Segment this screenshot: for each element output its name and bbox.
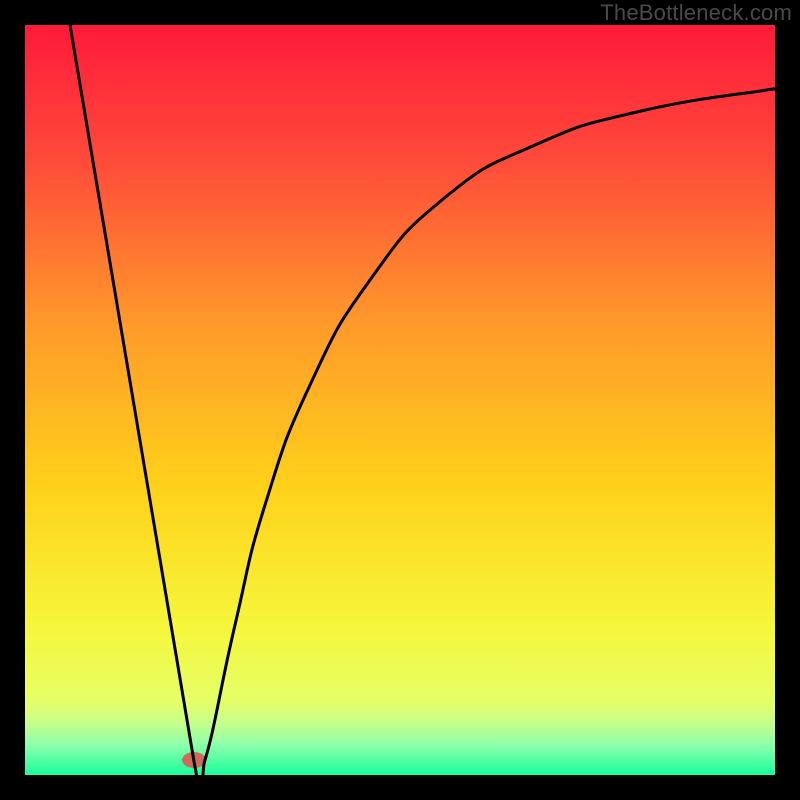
chart-frame: TheBottleneck.com	[0, 0, 800, 800]
bottleneck-curve	[25, 25, 775, 775]
attribution-text: TheBottleneck.com	[600, 0, 792, 26]
plot-area	[25, 25, 775, 775]
